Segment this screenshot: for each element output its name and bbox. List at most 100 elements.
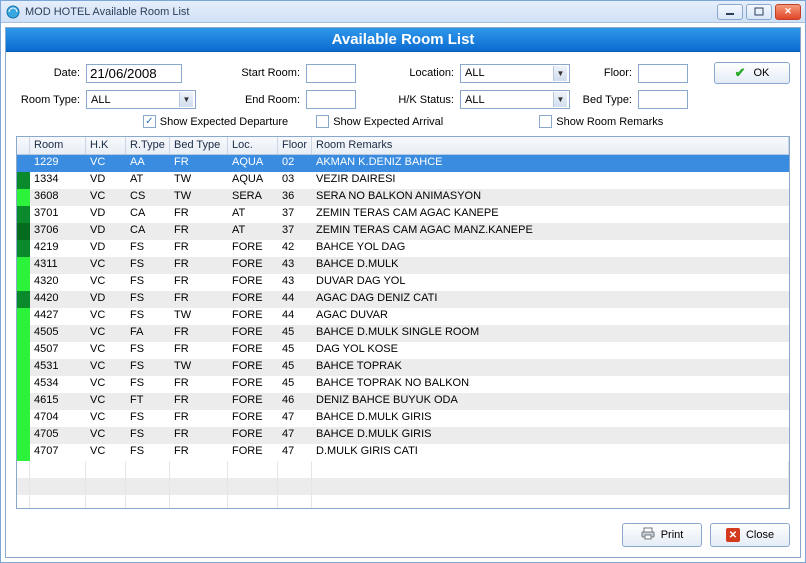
hkstatus-value: ALL [465,94,553,106]
cell-remarks: BAHCE TOPRAK [312,359,789,376]
cell-room: 4219 [30,240,86,257]
cell-loc: FORE [228,410,278,427]
row-marker [17,155,30,172]
col-marker[interactable] [17,137,30,154]
cell-bed: FR [170,393,228,410]
cell-remarks: D.MULK GIRIS CATI [312,444,789,461]
table-row[interactable]: 4311VCFSFRFORE43BAHCE D.MULK [17,257,789,274]
row-marker [17,223,30,240]
close-button[interactable]: ✕ Close [710,523,790,547]
date-label: Date: [16,67,86,79]
table-row[interactable]: 4420VDFSFRFORE44AGAC DAG DENIZ CATI [17,291,789,308]
cell-bed: TW [170,308,228,325]
row-marker [17,240,30,257]
table-row[interactable]: 1229VCAAFRAQUA02AKMAN K.DENIZ BAHCE [17,155,789,172]
cell-loc: AT [228,223,278,240]
cell-hk: VC [86,393,126,410]
cell-rtype: FS [126,240,170,257]
table-row[interactable]: 4531VCFSTWFORE45BAHCE TOPRAK [17,359,789,376]
printer-icon [641,527,655,544]
roomtype-select[interactable]: ALL ▼ [86,90,196,109]
cell-bed: TW [170,359,228,376]
cell-room: 4704 [30,410,86,427]
cell-remarks: SERA NO BALKON ANIMASYON [312,189,789,206]
cell-hk: VC [86,257,126,274]
ok-button[interactable]: ✔ OK [714,62,790,84]
table-row[interactable]: 4707VCFSFRFORE47D.MULK GIRIS CATI [17,444,789,461]
cell-hk: VC [86,427,126,444]
date-input[interactable] [86,64,182,83]
table-row[interactable]: 4219VDFSFRFORE42BAHCE YOL DAG [17,240,789,257]
floor-input[interactable] [638,64,688,83]
cell-loc: FORE [228,257,278,274]
table-row[interactable]: 4505VCFAFRFORE45BAHCE D.MULK SINGLE ROOM [17,325,789,342]
cell-room: 4427 [30,308,86,325]
table-row[interactable]: 1334VDATTWAQUA03VEZIR DAIRESI [17,172,789,189]
cell-hk: VC [86,376,126,393]
cell-loc: FORE [228,427,278,444]
cell-room: 3701 [30,206,86,223]
minimize-button[interactable] [717,4,743,20]
cell-hk: VD [86,223,126,240]
endroom-input[interactable] [306,90,356,109]
cell-loc: FORE [228,308,278,325]
chevron-down-icon: ▼ [553,92,567,107]
show-remarks-checkbox[interactable] [539,115,552,128]
maximize-button[interactable] [746,4,772,20]
roomtype-label: Room Type: [16,94,86,106]
show-departure-label: Show Expected Departure [160,116,288,128]
table-row[interactable]: 4507VCFSFRFORE45DAG YOL KOSE [17,342,789,359]
col-bedtype[interactable]: Bed Type [170,137,228,154]
cell-loc: FORE [228,274,278,291]
col-remarks[interactable]: Room Remarks [312,137,789,154]
row-marker [17,308,30,325]
table-row[interactable]: 3706VDCAFRAT37ZEMIN TERAS CAM AGAC MANZ.… [17,223,789,240]
col-loc[interactable]: Loc. [228,137,278,154]
row-marker [17,342,30,359]
hkstatus-select[interactable]: ALL ▼ [460,90,570,109]
cell-remarks: AGAC DUVAR [312,308,789,325]
cell-bed: FR [170,274,228,291]
cell-remarks: BAHCE D.MULK SINGLE ROOM [312,325,789,342]
print-button[interactable]: Print [622,523,702,547]
cell-loc: FORE [228,291,278,308]
bedtype-input[interactable] [638,90,688,109]
row-marker [17,376,30,393]
col-floor[interactable]: Floor [278,137,312,154]
table-row[interactable]: 3701VDCAFRAT37ZEMIN TERAS CAM AGAC KANEP… [17,206,789,223]
cell-floor: 44 [278,291,312,308]
cell-bed: FR [170,410,228,427]
grid-body[interactable]: 1229VCAAFRAQUA02AKMAN K.DENIZ BAHCE1334V… [17,155,789,508]
table-row[interactable]: 3608VCCSTWSERA36SERA NO BALKON ANIMASYON [17,189,789,206]
cell-rtype: FS [126,291,170,308]
show-departure-checkbox[interactable]: ✓ [143,115,156,128]
col-hk[interactable]: H.K [86,137,126,154]
col-room[interactable]: Room [30,137,86,154]
cell-hk: VC [86,155,126,172]
row-marker [17,393,30,410]
cell-hk: VC [86,325,126,342]
cell-loc: FORE [228,376,278,393]
cell-floor: 47 [278,444,312,461]
table-row[interactable]: 4427VCFSTWFORE44AGAC DUVAR [17,308,789,325]
cell-rtype: CA [126,223,170,240]
app-icon [5,4,21,20]
cell-bed: TW [170,189,228,206]
cell-floor: 46 [278,393,312,410]
table-row[interactable]: 4705VCFSFRFORE47BAHCE D.MULK GIRIS [17,427,789,444]
table-row[interactable]: 4320VCFSFRFORE43DUVAR DAG YOL [17,274,789,291]
cell-loc: FORE [228,444,278,461]
col-rtype[interactable]: R.Type [126,137,170,154]
cell-rtype: FS [126,410,170,427]
cell-bed: FR [170,155,228,172]
cell-floor: 47 [278,410,312,427]
cell-rtype: FS [126,257,170,274]
cell-room: 4534 [30,376,86,393]
show-arrival-checkbox[interactable] [316,115,329,128]
startroom-input[interactable] [306,64,356,83]
table-row[interactable]: 4615VCFTFRFORE46DENIZ BAHCE BUYUK ODA [17,393,789,410]
table-row[interactable]: 4534VCFSFRFORE45BAHCE TOPRAK NO BALKON [17,376,789,393]
location-select[interactable]: ALL ▼ [460,64,570,83]
table-row[interactable]: 4704VCFSFRFORE47BAHCE D.MULK GIRIS [17,410,789,427]
window-close-button[interactable]: ✕ [775,4,801,20]
